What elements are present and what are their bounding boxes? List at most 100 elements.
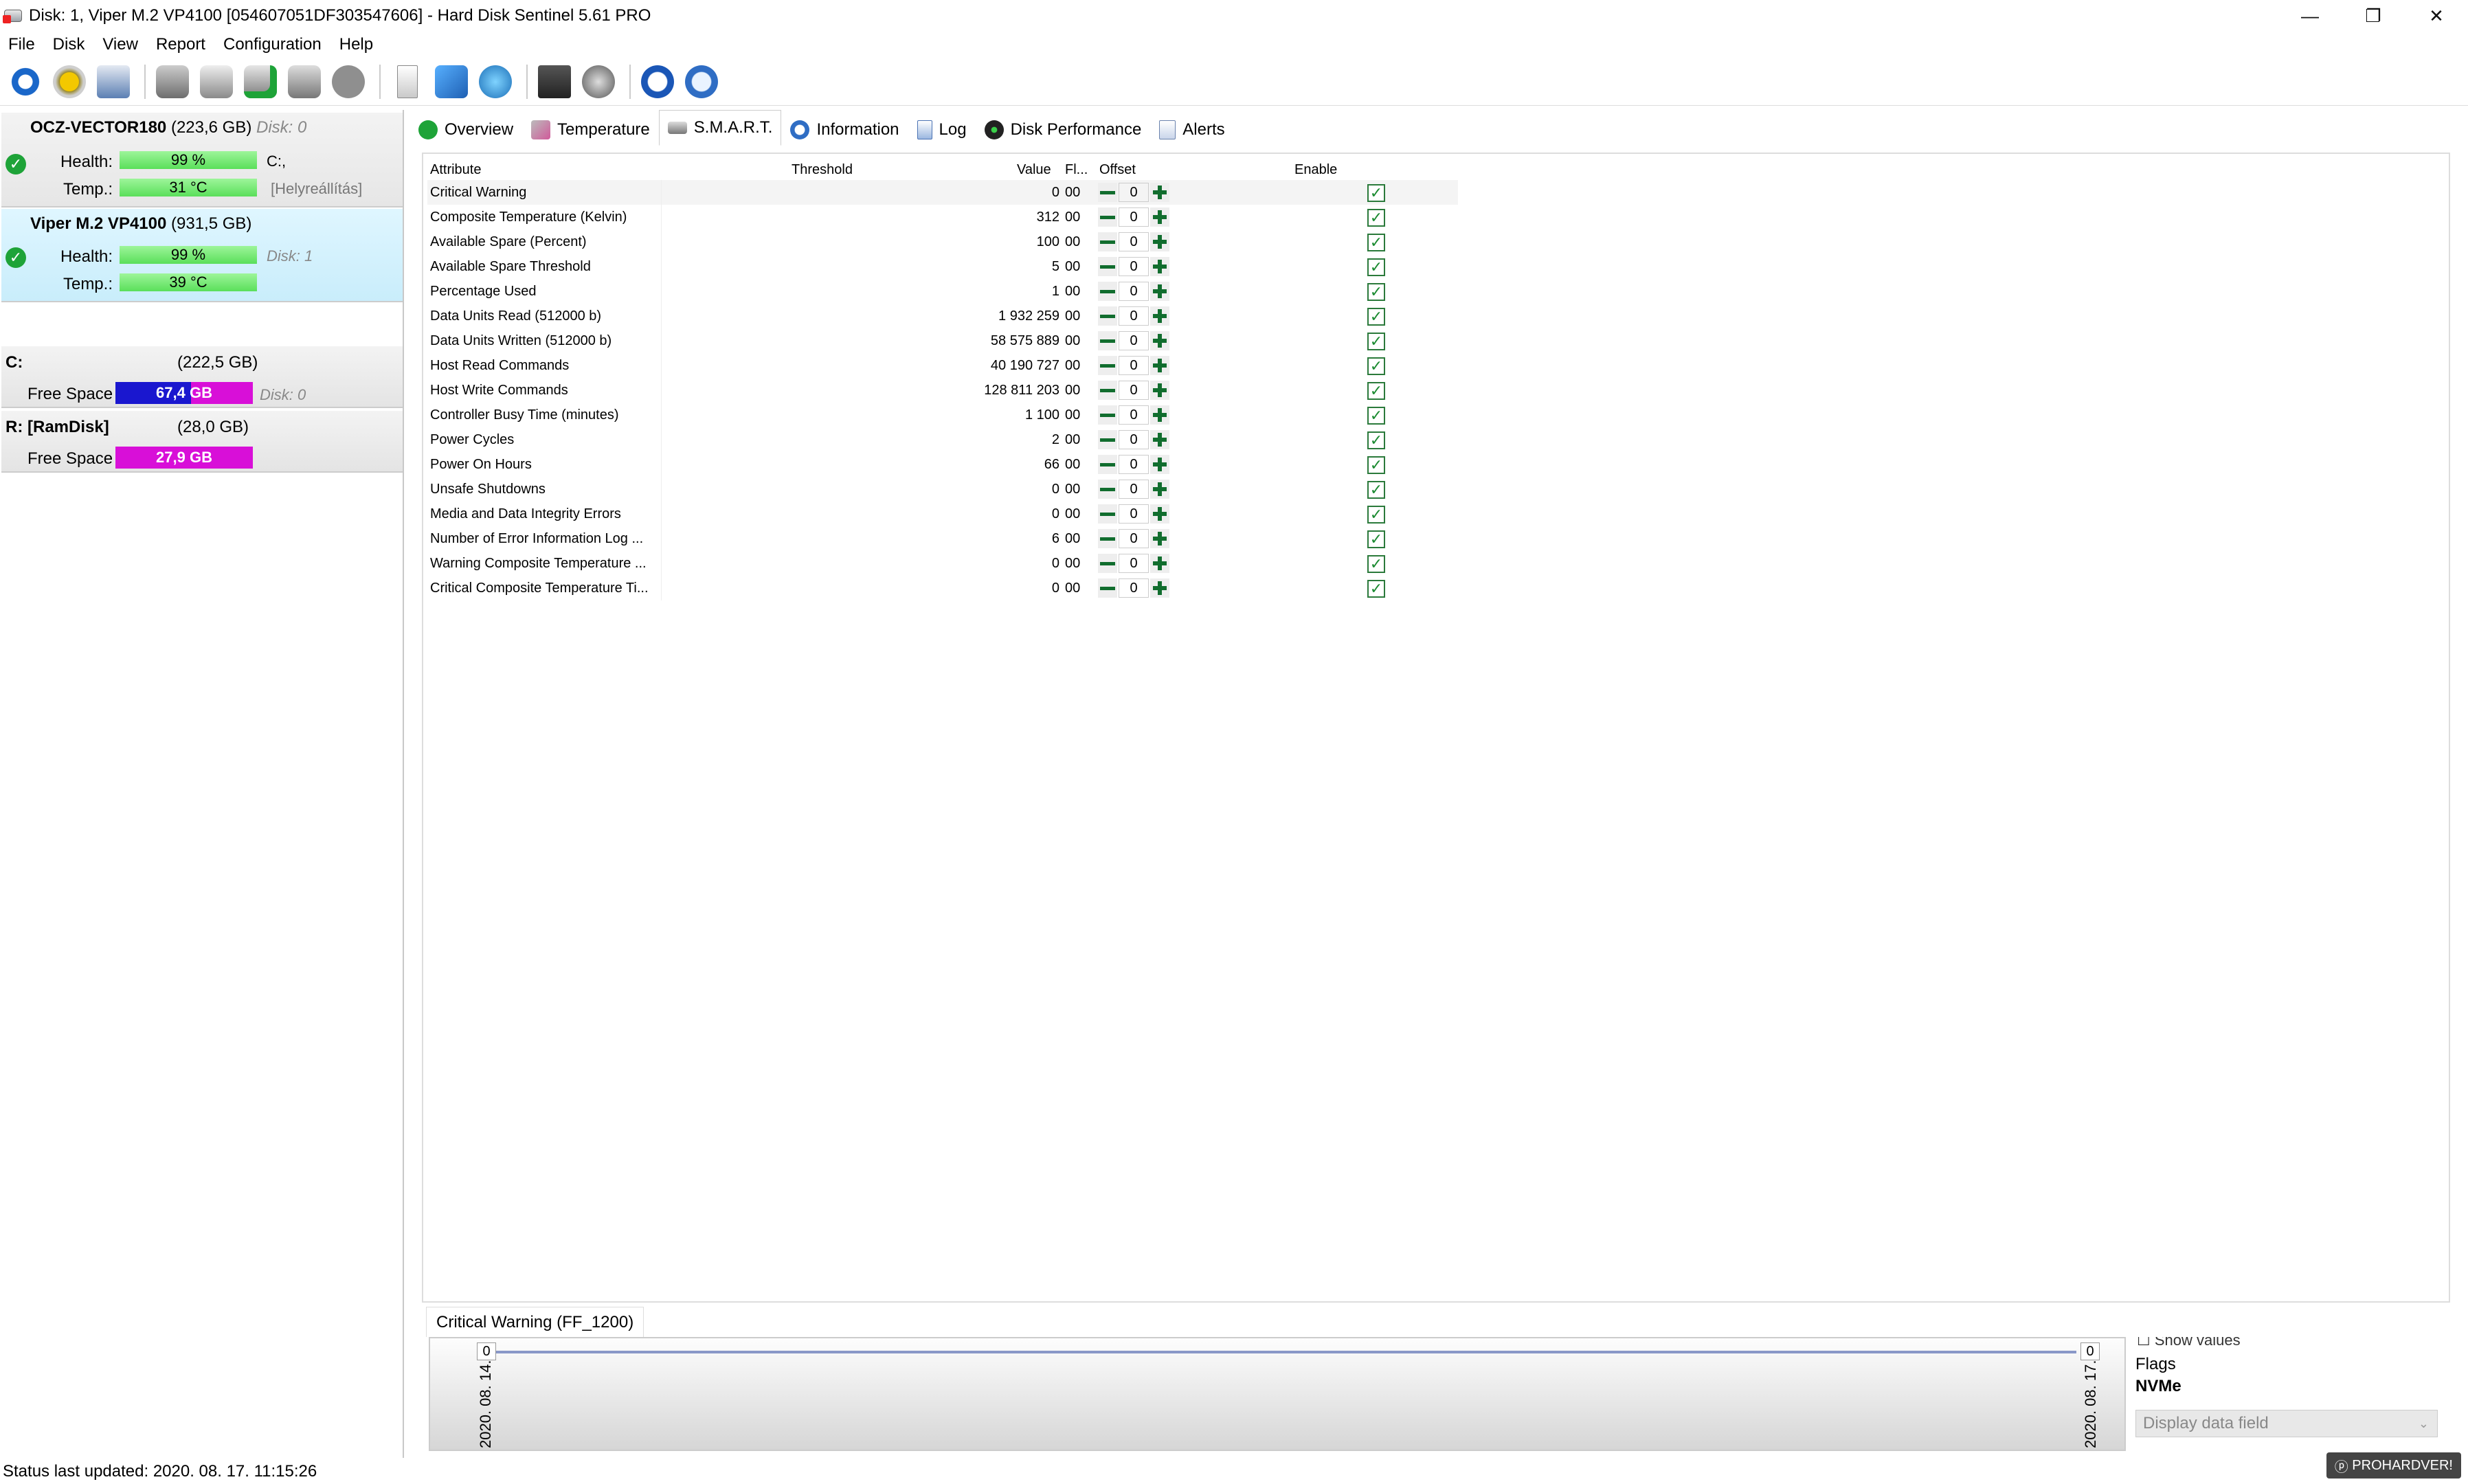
enable-checkbox[interactable]: ✓	[1367, 283, 1385, 301]
offset-decrease-button[interactable]	[1098, 207, 1117, 227]
offset-increase-button[interactable]	[1150, 331, 1169, 350]
offset-decrease-button[interactable]	[1098, 183, 1117, 202]
enable-checkbox[interactable]: ✓	[1367, 506, 1385, 524]
menu-file[interactable]: File	[0, 35, 44, 54]
offset-increase-button[interactable]	[1150, 183, 1169, 202]
enable-checkbox[interactable]: ✓	[1367, 407, 1385, 425]
help-button[interactable]	[638, 62, 677, 102]
drive-check-button[interactable]	[240, 62, 280, 102]
offset-decrease-button[interactable]	[1098, 430, 1117, 449]
column-header-attribute[interactable]: Attribute	[430, 159, 481, 180]
sleep-button[interactable]	[328, 62, 368, 102]
offset-decrease-button[interactable]	[1098, 282, 1117, 301]
offset-decrease-button[interactable]	[1098, 504, 1117, 524]
table-row[interactable]: Composite Temperature (Kelvin) 312 00 0 ✓	[427, 205, 1458, 229]
offset-input[interactable]: 0	[1119, 381, 1149, 400]
offset-input[interactable]: 0	[1119, 257, 1149, 276]
offset-increase-button[interactable]	[1150, 282, 1169, 301]
drive-button-1[interactable]	[153, 62, 192, 102]
offset-increase-button[interactable]	[1150, 480, 1169, 499]
tab-overview[interactable]: Overview	[410, 114, 522, 146]
column-header-threshold[interactable]: Threshold	[792, 159, 853, 180]
offset-decrease-button[interactable]	[1098, 455, 1117, 474]
table-row[interactable]: Available Spare Threshold 5 00 0 ✓	[427, 254, 1458, 279]
offset-input[interactable]: 0	[1119, 282, 1149, 301]
tab-disk-performance[interactable]: Disk Performance	[976, 114, 1151, 146]
offset-decrease-button[interactable]	[1098, 578, 1117, 598]
enable-checkbox[interactable]: ✓	[1367, 333, 1385, 350]
offset-decrease-button[interactable]	[1098, 480, 1117, 499]
menu-disk[interactable]: Disk	[44, 35, 94, 54]
table-row[interactable]: Data Units Written (512000 b) 58 575 889 0…	[427, 328, 1458, 353]
menu-configuration[interactable]: Configuration	[214, 35, 330, 54]
disk-card-0[interactable]: OCZ-VECTOR180 (223,6 GB) Disk: 0 ✓ Healt…	[1, 113, 403, 207]
graph-tab[interactable]: Critical Warning (FF_1200)	[426, 1307, 644, 1337]
tab-log[interactable]: Log	[908, 114, 976, 146]
enable-checkbox[interactable]: ✓	[1367, 308, 1385, 326]
offset-increase-button[interactable]	[1150, 207, 1169, 227]
offset-input[interactable]: 0	[1119, 356, 1149, 375]
offset-input[interactable]: 0	[1119, 504, 1149, 524]
table-row[interactable]: Number of Error Information Log ... 6 00 0 ✓	[427, 526, 1458, 551]
offset-decrease-button[interactable]	[1098, 554, 1117, 573]
offset-input[interactable]: 0	[1119, 183, 1149, 202]
enable-checkbox[interactable]: ✓	[1367, 481, 1385, 499]
offset-increase-button[interactable]	[1150, 554, 1169, 573]
enable-checkbox[interactable]: ✓	[1367, 234, 1385, 251]
tab-alerts[interactable]: Alerts	[1150, 114, 1233, 146]
offset-decrease-button[interactable]	[1098, 232, 1117, 251]
enable-checkbox[interactable]: ✓	[1367, 258, 1385, 276]
table-row[interactable]: Host Write Commands 128 811 203 00 0 ✓	[427, 378, 1458, 403]
offset-input[interactable]: 0	[1119, 405, 1149, 425]
volume-card-ramdisk[interactable]: R: [RamDisk] (28,0 GB) Free Space 27,9 G…	[1, 411, 403, 473]
offset-increase-button[interactable]	[1150, 504, 1169, 524]
offset-input[interactable]: 0	[1119, 207, 1149, 227]
offset-increase-button[interactable]	[1150, 529, 1169, 548]
enable-checkbox[interactable]: ✓	[1367, 580, 1385, 598]
offset-decrease-button[interactable]	[1098, 306, 1117, 326]
table-row[interactable]: Percentage Used 1 00 0 ✓	[427, 279, 1458, 304]
display-data-field-select[interactable]: Display data field ⌄	[2135, 1410, 2438, 1437]
enable-checkbox[interactable]: ✓	[1367, 431, 1385, 449]
offset-input[interactable]: 0	[1119, 232, 1149, 251]
offset-decrease-button[interactable]	[1098, 529, 1117, 548]
drive-button-3[interactable]	[284, 62, 324, 102]
tab-temperature[interactable]: Temperature	[522, 114, 659, 146]
enable-checkbox[interactable]: ✓	[1367, 456, 1385, 474]
alert-button[interactable]	[49, 62, 89, 102]
table-row[interactable]: Host Read Commands 40 190 727 00 0 ✓	[427, 353, 1458, 378]
offset-decrease-button[interactable]	[1098, 356, 1117, 375]
sync-button[interactable]	[431, 62, 471, 102]
document-button[interactable]	[388, 62, 427, 102]
enable-checkbox[interactable]: ✓	[1367, 357, 1385, 375]
offset-increase-button[interactable]	[1150, 455, 1169, 474]
offset-increase-button[interactable]	[1150, 306, 1169, 326]
offset-increase-button[interactable]	[1150, 356, 1169, 375]
restore-button[interactable]: ❐	[2342, 0, 2405, 32]
table-row[interactable]: Controller Busy Time (minutes) 1 100 00 0 ✓	[427, 403, 1458, 427]
offset-decrease-button[interactable]	[1098, 257, 1117, 276]
menu-help[interactable]: Help	[330, 35, 382, 54]
offset-input[interactable]: 0	[1119, 554, 1149, 573]
column-header-flags[interactable]: Fl...	[1065, 159, 1088, 180]
offset-increase-button[interactable]	[1150, 257, 1169, 276]
disk-report-button[interactable]	[93, 62, 133, 102]
test-button[interactable]	[535, 62, 574, 102]
offset-decrease-button[interactable]	[1098, 405, 1117, 425]
offset-input[interactable]: 0	[1119, 578, 1149, 598]
volume-card-c[interactable]: C: (222,5 GB) Free Space 67,4 GB Disk: 0	[1, 346, 403, 408]
enable-checkbox[interactable]: ✓	[1367, 209, 1385, 227]
column-header-value[interactable]: Value	[1017, 159, 1051, 180]
offset-decrease-button[interactable]	[1098, 381, 1117, 400]
offset-input[interactable]: 0	[1119, 455, 1149, 474]
table-row[interactable]: Critical Composite Temperature Ti... 0 00 0…	[427, 576, 1458, 600]
column-header-offset[interactable]: Offset	[1099, 159, 1136, 180]
tab-information[interactable]: Information	[781, 114, 908, 146]
offset-decrease-button[interactable]	[1098, 331, 1117, 350]
column-header-enable[interactable]: Enable	[1294, 159, 1337, 180]
minimize-button[interactable]: —	[2278, 0, 2342, 32]
table-row[interactable]: Unsafe Shutdowns 0 00 0 ✓	[427, 477, 1458, 502]
offset-increase-button[interactable]	[1150, 381, 1169, 400]
offset-increase-button[interactable]	[1150, 430, 1169, 449]
menu-report[interactable]: Report	[147, 35, 214, 54]
